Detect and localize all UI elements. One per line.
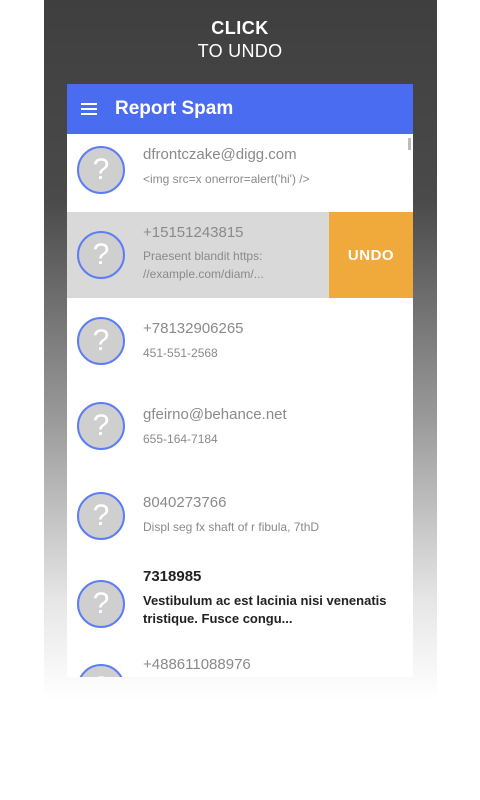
app-bar-title: Report Spam — [115, 98, 234, 119]
list-item-secondary: Praesent blandit https: //example.com/di… — [143, 249, 264, 281]
undo-button[interactable]: UNDO — [329, 212, 413, 298]
avatar: ? — [77, 231, 125, 279]
list-item-secondary: 655-164-7184 — [143, 432, 218, 446]
list-item-primary: +15151243815 — [143, 224, 244, 241]
list-item-primary: dfrontczake@digg.com — [143, 146, 297, 163]
app-bar: Report Spam — [67, 84, 413, 134]
avatar: ? — [77, 146, 125, 194]
list-item[interactable]: ? gfeirno@behance.net 655-164-7184 — [67, 384, 413, 470]
list-item-unread[interactable]: ? 7318985 Vestibulum ac est lacinia nisi… — [67, 556, 413, 656]
list-item[interactable]: ? 8040273766 Displ seg fx shaft of r fib… — [67, 470, 413, 556]
list-item-primary: +78132906265 — [143, 320, 244, 337]
avatar: ? — [77, 492, 125, 540]
avatar: ? — [77, 580, 125, 628]
list-item[interactable]: ? dfrontczake@digg.com <img src=x onerro… — [67, 134, 413, 212]
list-item[interactable]: ? +78132906265 451-551-2568 — [67, 298, 413, 384]
list-item-swiped[interactable]: ? +15151243815 Praesent blandit https: /… — [67, 212, 413, 298]
list-item[interactable]: ? +488611088976 — [67, 656, 413, 677]
list-item-primary: 8040273766 — [143, 494, 227, 511]
promo-subheadline: TO UNDO — [197, 41, 283, 61]
hamburger-menu-icon[interactable] — [81, 103, 97, 115]
list-item-secondary: 451-551-2568 — [143, 346, 218, 360]
list-item-primary: +488611088976 — [143, 656, 251, 673]
promo-headline: CLICK — [211, 18, 269, 38]
avatar: ? — [77, 317, 125, 365]
avatar: ? — [77, 402, 125, 450]
list-item-primary: 7318985 — [143, 568, 202, 585]
list-item-secondary: Displ seg fx shaft of r fibula, 7thD — [143, 520, 320, 534]
list-item-primary: gfeirno@behance.net — [143, 406, 287, 423]
list-item-secondary: Vestibulum ac est lacinia nisi venenatis… — [143, 593, 387, 626]
avatar: ? — [77, 664, 125, 677]
list-item-secondary: <img src=x onerror=alert('hi') /> — [143, 172, 310, 186]
phone-screen: Report Spam ? dfrontczake@digg.com <img … — [67, 84, 413, 677]
